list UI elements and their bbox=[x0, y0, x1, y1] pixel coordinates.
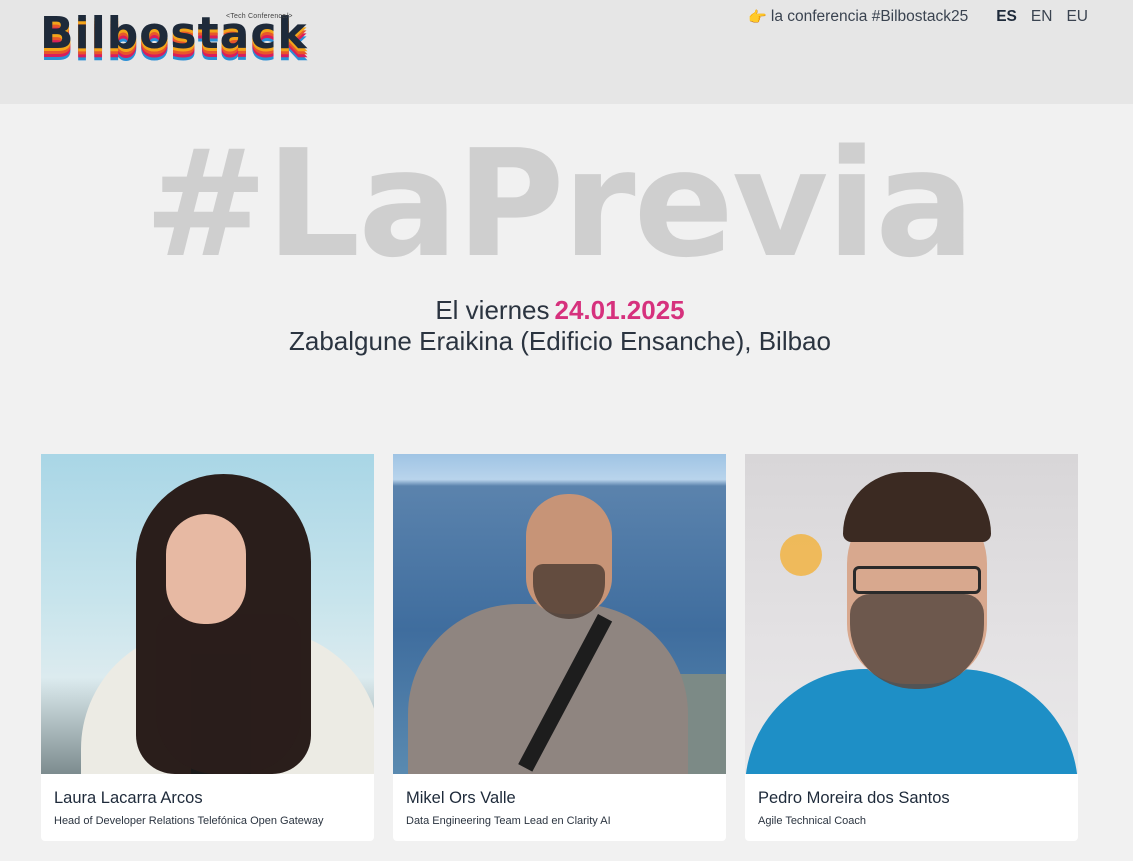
bilbostack-logo[interactable]: Bilbostack <Tech Conference/> bbox=[40, 12, 322, 82]
conference-link[interactable]: 👉 la conferencia #Bilbostack25 bbox=[748, 8, 968, 26]
speaker-role: Head of Developer Relations Telefónica O… bbox=[54, 815, 324, 827]
speaker-name: Mikel Ors Valle bbox=[406, 789, 516, 807]
speaker-card[interactable]: Mikel Ors Valle Data Engineering Team Le… bbox=[393, 454, 726, 841]
speaker-card[interactable]: Pedro Moreira dos Santos Agile Technical… bbox=[745, 454, 1078, 841]
speaker-card[interactable]: Laura Lacarra Arcos Head of Developer Re… bbox=[41, 454, 374, 841]
event-venue: Zabalgune Eraikina (Edificio Ensanche), … bbox=[289, 326, 831, 356]
conference-link-label: la conferencia #Bilbostack25 bbox=[770, 8, 969, 25]
event-date-line: El viernes 24.01.2025 bbox=[0, 295, 1120, 326]
event-date: 24.01.2025 bbox=[554, 295, 685, 325]
speaker-name: Pedro Moreira dos Santos bbox=[758, 789, 950, 807]
speaker-photo bbox=[745, 454, 1078, 774]
date-prefix: El viernes bbox=[435, 295, 550, 325]
language-en[interactable]: EN bbox=[1031, 8, 1053, 26]
speaker-cards: Laura Lacarra Arcos Head of Developer Re… bbox=[41, 454, 1078, 841]
speaker-photo bbox=[41, 454, 374, 774]
logo-tagline: <Tech Conference/> bbox=[226, 13, 293, 20]
language-eu[interactable]: EU bbox=[1066, 8, 1088, 26]
speaker-role: Agile Technical Coach bbox=[758, 815, 867, 827]
speaker-role: Data Engineering Team Lead en Clarity AI bbox=[406, 815, 611, 827]
pointing-hand-icon: 👉 bbox=[748, 9, 767, 26]
site-header: Bilbostack <Tech Conference/> 👉 la confe… bbox=[0, 0, 1133, 104]
speaker-photo bbox=[393, 454, 726, 774]
top-navigation: 👉 la conferencia #Bilbostack25 ES EN EU bbox=[748, 8, 1088, 26]
hero-title: #LaPrevia bbox=[143, 118, 975, 290]
language-es[interactable]: ES bbox=[996, 8, 1017, 26]
speaker-name: Laura Lacarra Arcos bbox=[54, 789, 203, 807]
